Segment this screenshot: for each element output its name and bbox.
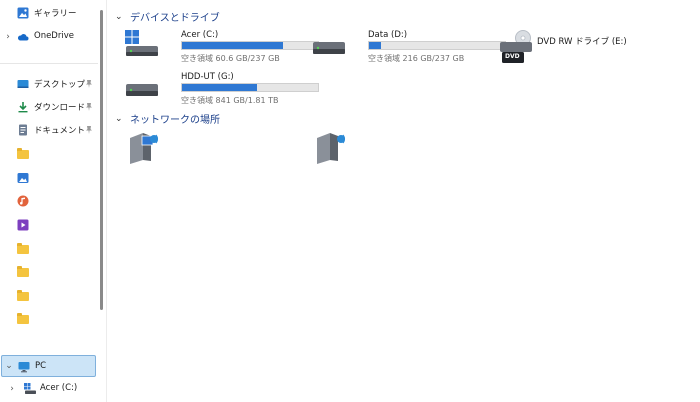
sidebar-item-label: デスクトップ [34,80,86,90]
network-group-header[interactable]: ⌄ ネットワークの場所 [115,111,220,127]
sidebar-scrollbar[interactable] [100,10,103,310]
chevron-down-icon[interactable]: ⌄ [115,114,125,124]
network-location-item[interactable] [314,130,354,170]
sidebar-item-label: Acer (C:) [40,383,78,393]
sidebar-item-folder[interactable] [0,238,96,260]
sidebar-item-gallery[interactable]: ギャラリー [0,2,96,24]
sidebar-item-label: ドキュメント [34,126,86,136]
drive-tile-d[interactable]: Data (D:) 空き領域 216 GB/237 GB [312,28,506,72]
folder-icon [17,243,29,255]
drive-tile-e[interactable]: DVD DVD RW ドライブ (E:) [499,28,699,72]
folder-icon [17,290,29,302]
gallery-icon [17,7,29,19]
video-icon [17,219,29,231]
sidebar-item-label: OneDrive [34,31,74,41]
chevron-down-icon[interactable]: ⌄ [5,361,13,371]
drive-usage-fill [182,84,257,91]
pictures-icon [17,172,29,184]
sidebar-item-label: ギャラリー [34,9,77,19]
sidebar-item-pictures[interactable] [0,167,96,189]
sidebar-item-label: PC [35,361,47,371]
drive-name: Acer (C:) [181,30,219,40]
sidebar-item-pc[interactable]: ⌄ PC [1,355,96,377]
drive-free-space: 空き領域 841 GB/1.81 TB [181,96,279,105]
sidebar-item-downloads[interactable]: ダウンロード [0,96,96,118]
drive-tile-g[interactable]: HDD-UT (G:) 空き領域 841 GB/1.81 TB [125,70,319,114]
pin-icon [85,79,93,89]
document-icon [17,124,29,136]
hard-drive-icon [312,30,348,60]
windows-drive-icon [24,383,36,395]
drive-usage-fill [369,42,382,49]
sidebar-item-folder[interactable] [0,285,96,307]
file-explorer-window: ギャラリー › OneDrive デスクトップ ダウンロード ドキュメント ⌄ … [0,0,700,402]
navigation-pane: ギャラリー › OneDrive デスクトップ ダウンロード ドキュメント ⌄ … [0,0,106,402]
chevron-right-icon[interactable]: › [4,32,12,42]
sidebar-item-documents[interactable]: ドキュメント [0,119,96,141]
pc-monitor-icon [18,361,30,373]
devices-group-header[interactable]: ⌄ デバイスとドライブ [115,9,220,25]
network-drive-icon [127,133,163,169]
dvd-label: DVD [505,53,520,60]
windows-drive-icon [125,30,161,60]
drive-tile-c[interactable]: Acer (C:) 空き領域 60.6 GB/237 GB [125,28,319,72]
chevron-down-icon[interactable]: ⌄ [115,12,125,22]
pin-icon [85,102,93,112]
sidebar-item-folder[interactable] [0,308,96,330]
sidebar-item-label: ダウンロード [34,103,86,113]
chevron-right-icon[interactable]: › [8,384,16,394]
folder-icon [17,313,29,325]
drive-usage-bar [368,41,506,50]
network-drive-icon [314,133,350,169]
drive-name: DVD RW ドライブ (E:) [537,37,627,47]
sidebar-item-acer-drive[interactable]: › Acer (C:) [0,378,96,400]
sidebar-divider [0,63,98,64]
drive-free-space: 空き領域 60.6 GB/237 GB [181,54,280,63]
drive-usage-bar [181,83,319,92]
sidebar-item-folder[interactable] [0,143,96,165]
drive-usage-bar [181,41,319,50]
dvd-drive-icon: DVD [499,30,535,63]
desktop-icon [17,78,29,90]
group-header-label: ネットワークの場所 [130,115,220,126]
group-header-label: デバイスとドライブ [130,13,220,24]
folder-icon [17,148,29,160]
sidebar-item-music[interactable] [0,190,96,212]
drive-usage-fill [182,42,283,49]
sidebar-item-onedrive[interactable]: › OneDrive [0,26,96,48]
sidebar-item-folder[interactable] [0,261,96,283]
drive-name: Data (D:) [368,30,408,40]
drive-free-space: 空き領域 216 GB/237 GB [368,54,465,63]
pin-icon [85,125,93,135]
music-icon [17,195,29,207]
download-icon [17,101,29,113]
content-pane: ⌄ デバイスとドライブ Acer (C:) 空き領域 60.6 GB/237 G… [107,0,700,402]
sidebar-item-videos[interactable] [0,214,96,236]
drive-name: HDD-UT (G:) [181,72,234,82]
folder-icon [17,266,29,278]
network-location-item[interactable] [127,130,167,170]
onedrive-cloud-icon [17,31,29,43]
hard-drive-icon [125,72,161,102]
sidebar-item-desktop[interactable]: デスクトップ [0,73,96,95]
